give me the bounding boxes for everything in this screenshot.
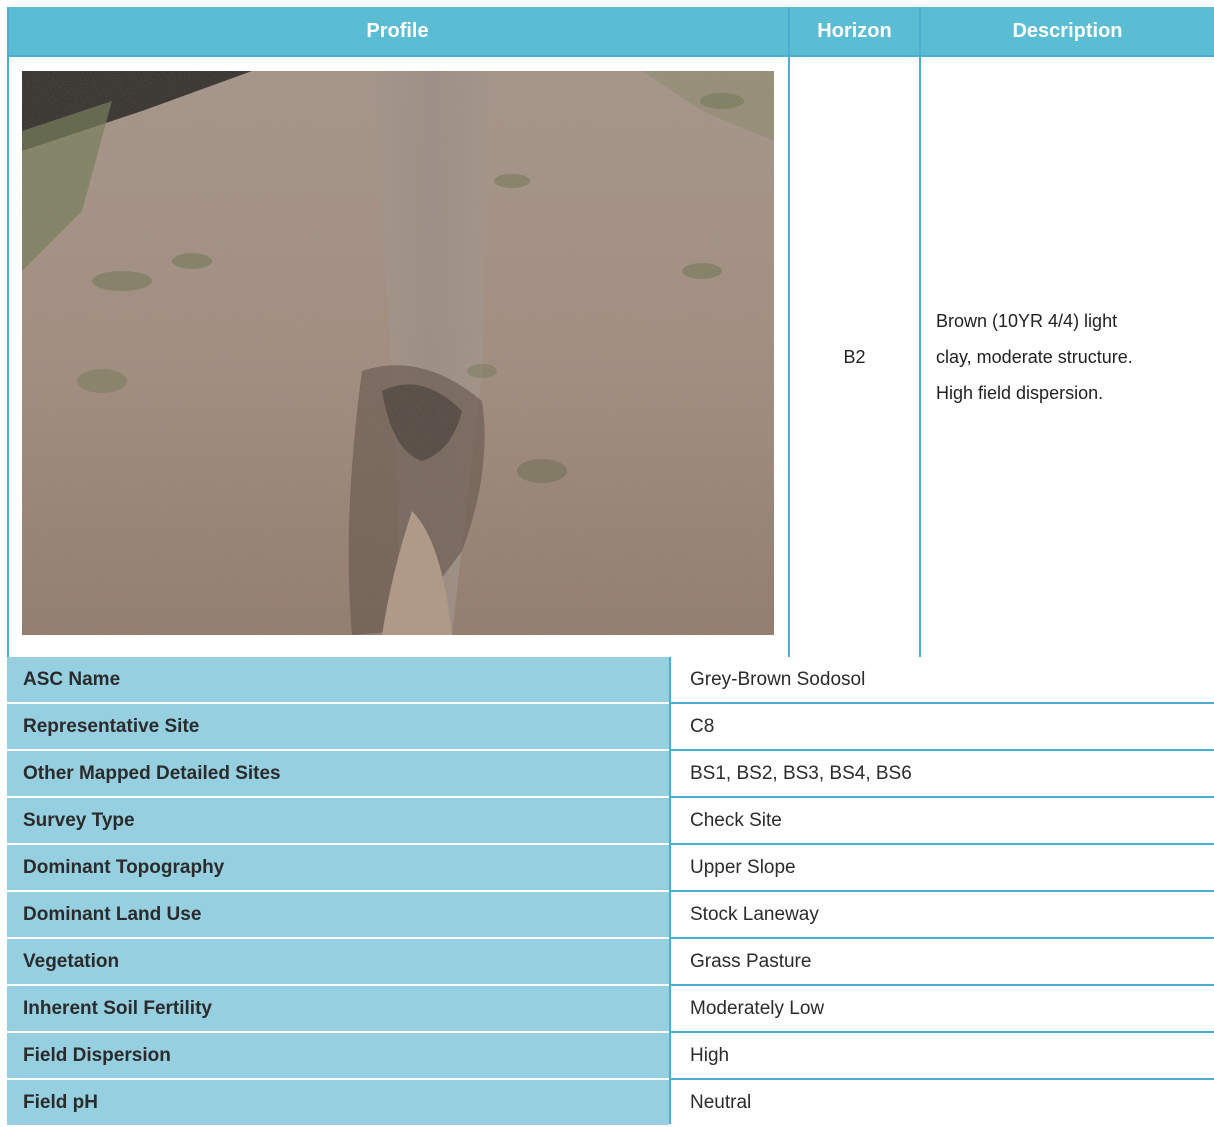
property-label: Other Mapped Detailed Sites bbox=[7, 751, 669, 796]
property-row: Inherent Soil Fertility Moderately Low bbox=[7, 986, 1214, 1033]
property-label: Survey Type bbox=[7, 798, 669, 843]
profile-header: Profile bbox=[7, 7, 788, 55]
property-row: Dominant Topography Upper Slope bbox=[7, 845, 1214, 892]
property-label: Representative Site bbox=[7, 704, 669, 749]
property-value: High bbox=[690, 1044, 730, 1066]
property-value: Stock Laneway bbox=[690, 903, 819, 925]
property-value: BS1, BS2, BS3, BS4, BS6 bbox=[690, 762, 912, 784]
property-label: Field pH bbox=[7, 1080, 669, 1125]
property-row: Survey Type Check Site bbox=[7, 798, 1214, 845]
property-value: Neutral bbox=[690, 1091, 752, 1113]
profile-photo-cell bbox=[7, 57, 788, 657]
property-label: Dominant Land Use bbox=[7, 892, 669, 937]
property-value: Grey-Brown Sodosol bbox=[690, 668, 866, 690]
divider bbox=[669, 657, 671, 1124]
property-row: Dominant Land Use Stock Laneway bbox=[7, 892, 1214, 939]
property-label: ASC Name bbox=[7, 657, 669, 702]
property-value: Upper Slope bbox=[690, 856, 796, 878]
description-header: Description bbox=[921, 7, 1214, 55]
property-value: Grass Pasture bbox=[690, 950, 812, 972]
description-cell: Brown (10YR 4/4) light clay, moderate st… bbox=[921, 57, 1214, 657]
property-value: C8 bbox=[690, 715, 715, 737]
soil-profile-photo bbox=[22, 71, 774, 635]
property-row: Field pH Neutral bbox=[7, 1080, 1214, 1125]
property-row: Vegetation Grass Pasture bbox=[7, 939, 1214, 986]
property-label: Vegetation bbox=[7, 939, 669, 984]
horizon-header: Horizon bbox=[790, 7, 919, 55]
property-row: Other Mapped Detailed Sites BS1, BS2, BS… bbox=[7, 751, 1214, 798]
description-line: Brown (10YR 4/4) light bbox=[936, 311, 1118, 331]
property-label: Inherent Soil Fertility bbox=[7, 986, 669, 1031]
horizon-value: B2 bbox=[843, 346, 866, 367]
property-value: Moderately Low bbox=[690, 997, 825, 1019]
property-row: Field Dispersion High bbox=[7, 1033, 1214, 1080]
property-value: Check Site bbox=[690, 809, 782, 831]
properties-table: ASC Name Grey-Brown Sodosol Representati… bbox=[7, 657, 1214, 1127]
property-row: ASC Name Grey-Brown Sodosol bbox=[7, 657, 1214, 704]
property-label: Field Dispersion bbox=[7, 1033, 669, 1078]
property-row: Representative Site C8 bbox=[7, 704, 1214, 751]
property-label: Dominant Topography bbox=[7, 845, 669, 890]
description-line: High field dispersion. bbox=[936, 383, 1104, 403]
description-line: clay, moderate structure. bbox=[936, 347, 1133, 367]
